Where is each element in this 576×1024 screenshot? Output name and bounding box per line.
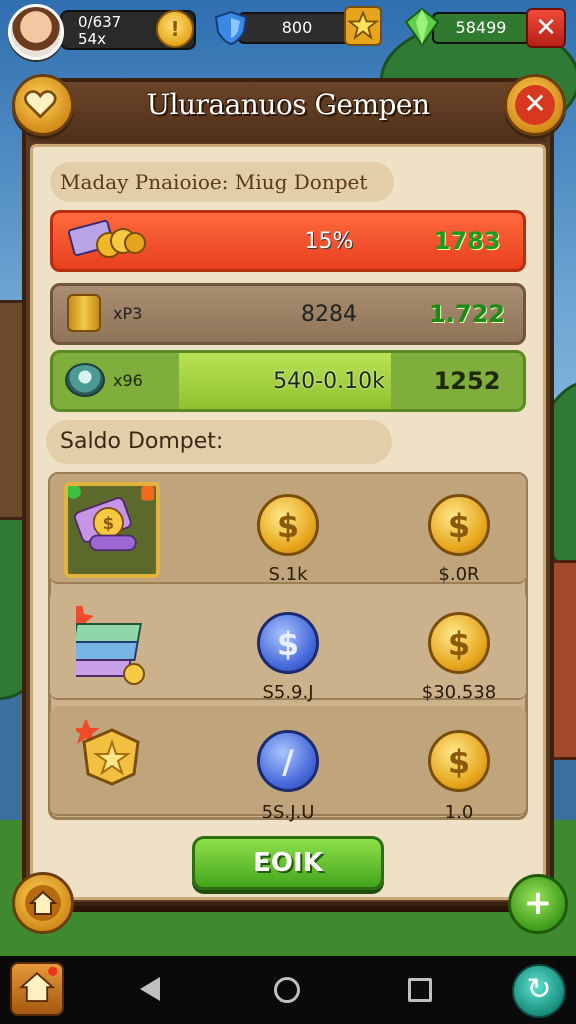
cash-coins-icon	[67, 219, 146, 258]
player-avatar[interactable]	[8, 4, 64, 60]
star-icon[interactable]	[344, 6, 382, 46]
dialog-close-button[interactable]: ✕	[504, 74, 566, 136]
coin-symbol: $	[276, 625, 300, 663]
close-icon[interactable]: ✕	[526, 8, 566, 48]
gold-coin-icon: $	[257, 494, 319, 556]
balance-value: $.0R	[438, 564, 480, 585]
shield-icon	[214, 10, 248, 46]
heart-button[interactable]	[12, 74, 74, 136]
home-nav-icon[interactable]	[274, 977, 300, 1003]
coin-symbol: /	[282, 743, 294, 781]
balance-value: S5.9.J	[262, 682, 314, 703]
heart-icon	[24, 90, 57, 119]
dialog-title: Uluraanuos Gempen	[146, 88, 430, 121]
row-value: 1783	[433, 227, 501, 255]
row-range: 540-0.10k	[273, 369, 385, 394]
back-icon[interactable]	[140, 977, 160, 1001]
home-icon	[25, 885, 61, 921]
row-value: 1.722	[429, 300, 505, 328]
blue-coin-icon: $	[257, 612, 319, 674]
refresh-icon[interactable]: ↻	[512, 964, 566, 1018]
coin-symbol: $	[447, 743, 471, 781]
recent-apps-icon[interactable]	[408, 978, 432, 1002]
balance-value: 5S.J.U	[261, 802, 315, 823]
purple-cash-card-icon[interactable]: $	[64, 482, 160, 578]
token-icon	[65, 363, 105, 397]
close-icon: ✕	[515, 85, 555, 125]
coin-symbol: $	[447, 625, 471, 663]
gold-coin-icon: $	[428, 730, 490, 792]
row-percent: 15%	[304, 229, 354, 254]
money-stack-icon	[62, 604, 152, 686]
gold-coin-icon: $	[428, 494, 490, 556]
app-shortcut-icon[interactable]	[10, 962, 64, 1016]
top-hud: 0/637 54x ! 800 58499 ✕	[0, 0, 576, 62]
gems-counter: 58499	[432, 12, 530, 44]
gold-coin-icon: $	[428, 612, 490, 674]
row-multiplier: xP3	[113, 304, 143, 323]
dialog-subtitle: Maday Pnaioioe: Miug Donpet	[50, 162, 394, 202]
wallet-balance-label: Saldo Dompet:	[46, 420, 392, 464]
gem-icon	[404, 7, 440, 47]
balance-value: S.1k	[268, 564, 308, 585]
star-badge-icon	[72, 718, 146, 790]
shield-counter: 800	[238, 12, 356, 44]
blue-coin-icon: /	[257, 730, 319, 792]
ok-button[interactable]: EOIK	[192, 836, 384, 890]
reward-row[interactable]: xP3 8284 1.722	[50, 283, 526, 345]
add-button[interactable]: +	[508, 874, 568, 934]
gold-barrel-icon	[67, 294, 101, 332]
row-multiplier: x96	[113, 371, 143, 390]
balance-value: $30.538	[421, 682, 497, 703]
row-value: 1252	[433, 367, 501, 395]
coin-symbol: $	[276, 507, 300, 545]
home-button[interactable]	[12, 872, 74, 934]
balance-value: 1.0	[444, 802, 474, 823]
coin-symbol: $	[447, 507, 471, 545]
coin-icon[interactable]: !	[156, 10, 194, 48]
svg-text:$: $	[103, 514, 114, 533]
reward-row[interactable]: 15% 1783	[50, 210, 526, 272]
row-amount: 8284	[301, 302, 357, 327]
reward-row[interactable]: x96 540-0.10k 1252	[50, 350, 526, 412]
